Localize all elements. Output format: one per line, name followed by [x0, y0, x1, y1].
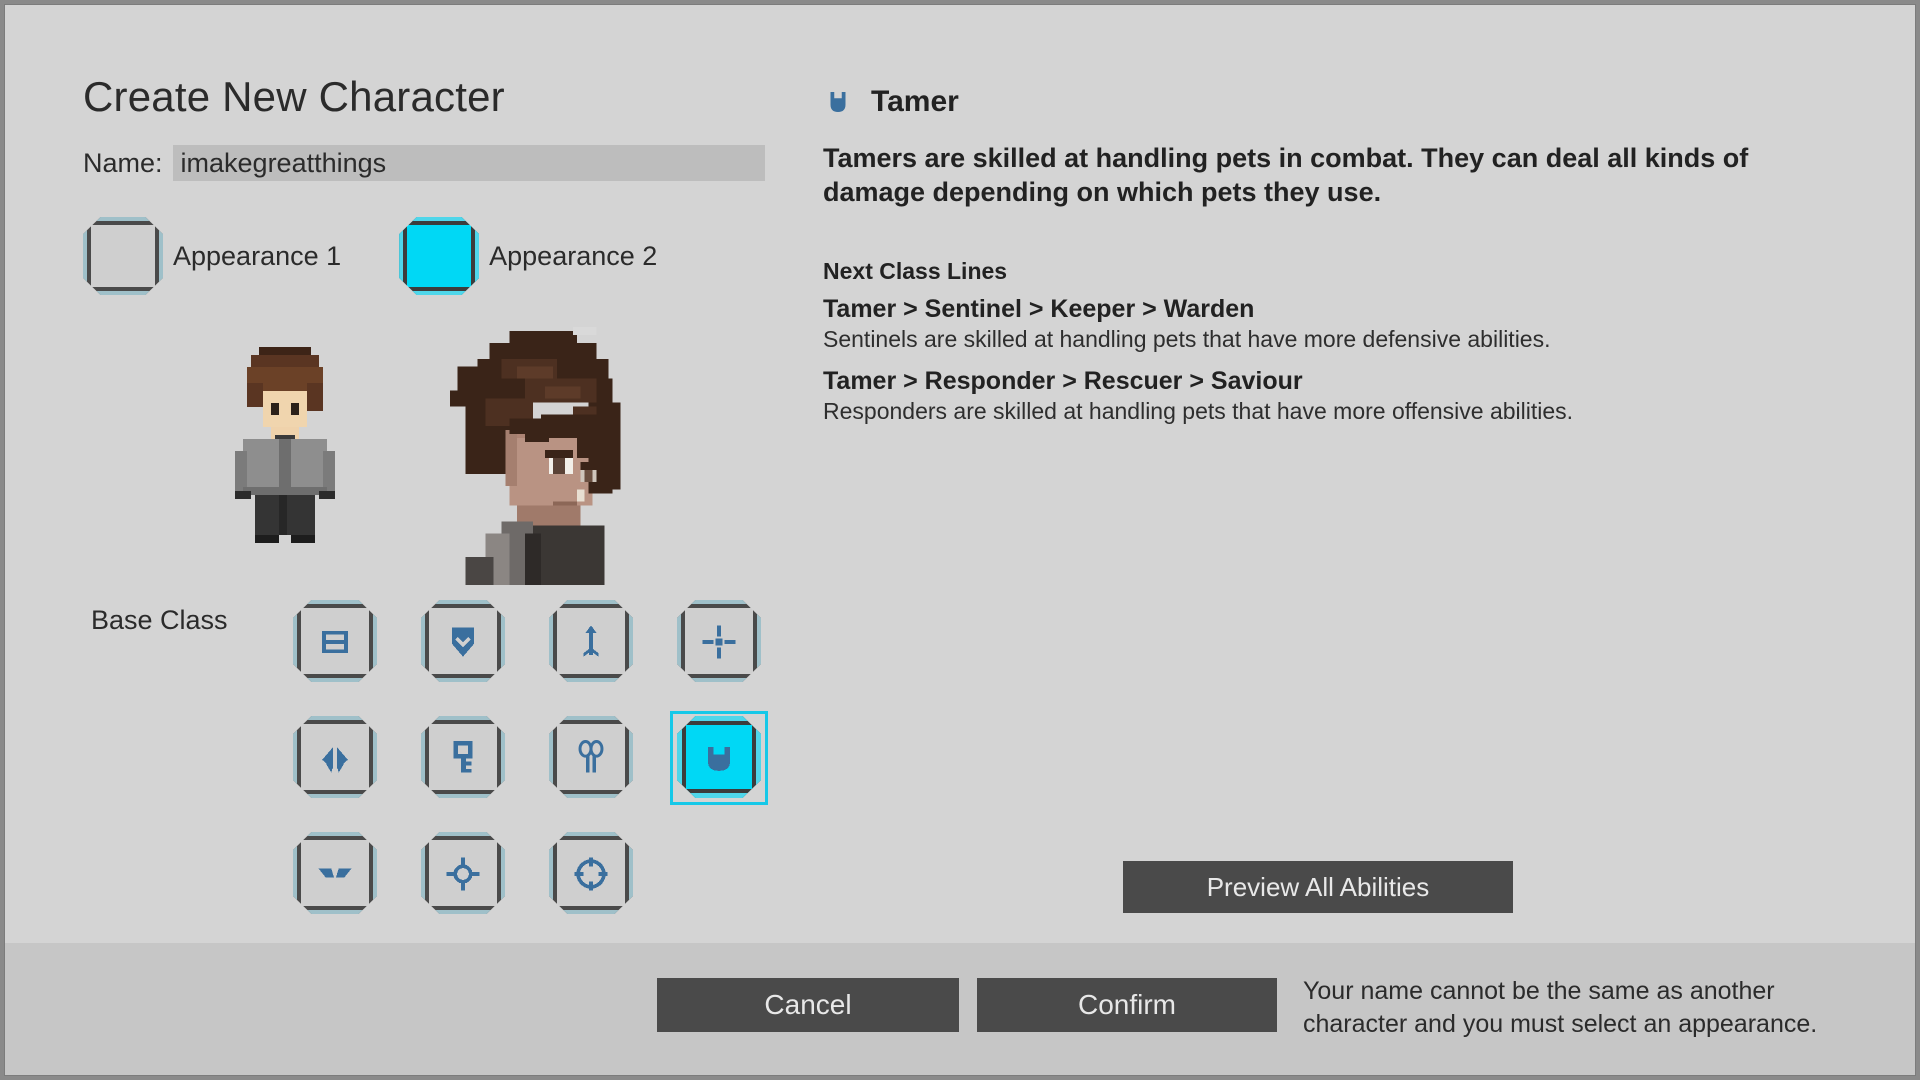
next-class-lines-title: Next Class Lines	[823, 258, 1008, 284]
name-label: Name:	[83, 147, 163, 178]
wings-icon	[318, 868, 352, 878]
page-title: Create New Character	[83, 73, 505, 120]
arrow-icon	[583, 625, 599, 657]
appearance-option-1[interactable]: Appearance 1	[83, 217, 341, 295]
class-option-wings[interactable]	[288, 829, 382, 919]
class-option-shield[interactable]	[416, 597, 510, 687]
confirm-button[interactable]: Confirm	[977, 978, 1277, 1032]
class-option-crosshair[interactable]	[672, 597, 766, 687]
name-input[interactable]	[172, 145, 765, 181]
key-icon	[453, 741, 473, 773]
class-option-dial[interactable]	[544, 829, 638, 919]
appearance-selector: Appearance 1 Appearance 2	[83, 217, 715, 295]
class-option-arrow[interactable]	[544, 597, 638, 687]
book-icon	[322, 631, 348, 653]
class-row	[288, 711, 800, 805]
class-line-description: Responders are skilled at handling pets …	[823, 398, 1574, 424]
appearance-option-2[interactable]: Appearance 2	[399, 217, 657, 295]
preview-all-abilities-button[interactable]: Preview All Abilities	[1123, 861, 1513, 913]
appearance-1-label: Appearance 1	[173, 240, 342, 271]
character-creation-window: Create New Character Name: Appearance 1 …	[4, 4, 1916, 1076]
character-sprite	[227, 335, 343, 543]
name-field-row: Name:	[83, 145, 765, 181]
class-row	[288, 829, 800, 919]
class-option-book[interactable]	[288, 597, 382, 687]
collar-icon	[830, 92, 846, 112]
dual-blades-icon	[322, 747, 348, 773]
class-option-dual-blades[interactable]	[288, 713, 382, 803]
cancel-button[interactable]: Cancel	[657, 978, 959, 1032]
class-header: Tamer	[823, 85, 959, 119]
class-option-scissors[interactable]	[544, 713, 638, 803]
class-option-key[interactable]	[416, 713, 510, 803]
class-option-orb[interactable]	[416, 829, 510, 919]
class-line-path: Tamer > Responder > Rescuer > Saviour	[823, 367, 1303, 395]
class-option-tamer[interactable]	[670, 711, 768, 805]
character-portrait	[445, 327, 649, 585]
base-class-label: Base Class	[91, 605, 228, 635]
class-name: Tamer	[871, 85, 959, 118]
class-line-description: Sentinels are skilled at handling pets t…	[823, 326, 1551, 352]
class-description: Tamers are skilled at handling pets in c…	[823, 143, 1749, 207]
shield-icon	[452, 627, 474, 657]
base-class-grid	[288, 597, 800, 945]
left-panel: Create New Character Name: Appearance 1 …	[5, 5, 805, 945]
class-row	[288, 597, 800, 687]
class-info-panel: Tamer Tamers are skilled at handling pet…	[805, 5, 1915, 945]
scissors-icon	[578, 740, 604, 773]
collar-icon	[708, 747, 730, 771]
appearance-2-label: Appearance 2	[489, 240, 658, 271]
crosshair-icon	[702, 625, 736, 659]
orb-icon	[446, 857, 480, 891]
appearance-2-swatch[interactable]	[399, 217, 480, 295]
appearance-1-swatch[interactable]	[83, 217, 163, 295]
class-line-path: Tamer > Sentinel > Keeper > Warden	[823, 295, 1255, 323]
dial-icon	[574, 857, 608, 891]
next-class-lines: Tamer > Sentinel > Keeper > Warden Senti…	[823, 295, 1863, 439]
warning-message: Your name cannot be the same as another …	[1303, 977, 1818, 1039]
footer-bar: Cancel Confirm Your name cannot be the s…	[5, 943, 1915, 1075]
